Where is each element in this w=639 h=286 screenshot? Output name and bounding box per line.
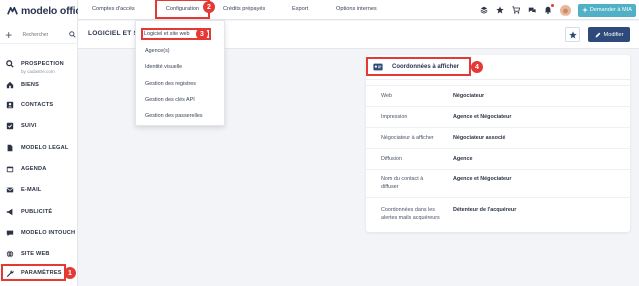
table-row: Web Négociateur bbox=[366, 85, 630, 106]
sidebar: modelo office + PROSPECTION by cadastre.… bbox=[0, 0, 87, 286]
chat-icon[interactable] bbox=[528, 6, 536, 14]
step-badge-3: 3 bbox=[196, 28, 208, 40]
logo-icon bbox=[7, 6, 18, 15]
cart-icon[interactable] bbox=[512, 6, 520, 14]
logo-text: modelo office bbox=[21, 5, 87, 17]
row-label: Négociateur à afficher bbox=[381, 135, 434, 141]
coordonnees-card: Coordonnées à afficher Web Négociateur I… bbox=[366, 55, 630, 232]
search-icon bbox=[6, 60, 14, 68]
row-value: Négociateur associé bbox=[453, 135, 506, 141]
menu-item-identite-visuelle[interactable]: Identité visuelle bbox=[145, 64, 182, 70]
row-value: Détenteur de l'acquéreur bbox=[453, 207, 517, 213]
sidebar-item-parametres[interactable]: PARAMÈTRES bbox=[1, 264, 66, 281]
search-icon[interactable] bbox=[66, 29, 78, 41]
globe-icon bbox=[6, 250, 14, 258]
sidebar-item-label: MODELO INTOUCH bbox=[21, 230, 76, 236]
row-value: Négociateur bbox=[453, 93, 485, 99]
document-icon bbox=[6, 144, 14, 152]
row-label: Nom du contact à diffuser bbox=[381, 176, 424, 190]
top-navbar: Comptes d'accès Configuration Crédits pr… bbox=[78, 0, 639, 20]
card-title: Coordonnées à afficher bbox=[392, 63, 460, 70]
ask-mia-label: Demander à MIA bbox=[589, 7, 632, 13]
menu-item-agences[interactable]: Agence(s) bbox=[145, 48, 170, 54]
page-title: LOGICIEL ET SI bbox=[88, 30, 141, 37]
tab-configuration[interactable]: Configuration bbox=[155, 0, 210, 19]
prospection-subtitle: by cadastre.com bbox=[21, 69, 55, 74]
wrench-icon bbox=[6, 269, 14, 277]
table-row: Coordonnées dans les alertes mails acqué… bbox=[366, 197, 630, 232]
ask-mia-button[interactable]: Demander à MIA bbox=[577, 3, 636, 17]
sidebar-item-label: CONTACTS bbox=[21, 102, 54, 108]
row-value: Agence et Négociateur bbox=[453, 176, 512, 182]
card-header: Coordonnées à afficher bbox=[366, 55, 630, 80]
sidebar-item-biens[interactable]: BIENS bbox=[0, 78, 78, 92]
app-logo[interactable]: modelo office bbox=[6, 4, 87, 18]
sidebar-item-label: BIENS bbox=[21, 82, 40, 88]
menu-item-gestion-cles-api[interactable]: Gestion des clés API bbox=[145, 97, 195, 103]
sidebar-item-label: PARAMÈTRES bbox=[21, 269, 62, 276]
sidebar-item-suivi[interactable]: SUIVI bbox=[0, 119, 78, 133]
contact-icon bbox=[6, 101, 14, 109]
row-label: Web bbox=[381, 93, 392, 99]
sidebar-item-label: AGENDA bbox=[21, 166, 47, 172]
followup-icon bbox=[6, 122, 14, 130]
row-label: Coordonnées dans les alertes mails acqué… bbox=[381, 207, 440, 221]
intouch-icon bbox=[6, 229, 14, 237]
layers-icon[interactable] bbox=[480, 6, 488, 14]
pencil-icon bbox=[595, 32, 600, 37]
tab-comptes-acces[interactable]: Comptes d'accès bbox=[92, 0, 135, 18]
sidebar-item-contacts[interactable]: CONTACTS bbox=[0, 98, 78, 112]
menu-item-gestion-registres[interactable]: Gestion des registres bbox=[145, 81, 196, 87]
row-value: Agence et Négociateur bbox=[453, 114, 512, 120]
tab-options-internes[interactable]: Options internes bbox=[336, 0, 377, 18]
table-row: Négociateur à afficher Négociateur assoc… bbox=[366, 127, 630, 148]
sidebar-item-label: PROSPECTION bbox=[21, 61, 64, 67]
step-badge-2: 2 bbox=[203, 1, 215, 13]
sidebar-item-label: PUBLICITÉ bbox=[21, 209, 53, 215]
edit-button-label: Modifier bbox=[603, 31, 624, 38]
sidebar-item-label: MODELO LEGAL bbox=[21, 145, 69, 151]
sidebar-item-email[interactable]: E-MAIL bbox=[0, 183, 78, 197]
configuration-dropdown: Logiciel et site web Agence(s) Identité … bbox=[135, 20, 225, 126]
sidebar-item-modelo-legal[interactable]: MODELO LEGAL bbox=[0, 141, 78, 155]
tab-credits-prepayes[interactable]: Crédits prépayés bbox=[223, 0, 265, 18]
sidebar-item-publicite[interactable]: PUBLICITÉ bbox=[0, 205, 78, 219]
row-label: Impression bbox=[381, 114, 408, 120]
table-row: Diffusion Agence bbox=[366, 148, 630, 169]
row-label: Diffusion bbox=[381, 156, 402, 162]
card-title-highlight: Coordonnées à afficher bbox=[366, 57, 471, 76]
add-icon[interactable]: + bbox=[2, 28, 15, 42]
sparkle-icon bbox=[581, 7, 588, 13]
sidebar-item-label: SUIVI bbox=[21, 123, 37, 129]
row-value: Agence bbox=[453, 156, 473, 162]
notification-dot bbox=[550, 4, 554, 7]
sidebar-item-modelo-intouch[interactable]: MODELO INTOUCH bbox=[0, 226, 78, 240]
sidebar-item-site-web[interactable]: SITE WEB bbox=[0, 247, 78, 261]
step-badge-1: 1 bbox=[64, 267, 76, 279]
table-row: Nom du contact à diffuser Agence et Négo… bbox=[366, 169, 630, 197]
avatar[interactable] bbox=[559, 4, 571, 16]
mail-icon bbox=[6, 186, 14, 194]
table-row: Impression Agence et Négociateur bbox=[366, 106, 630, 127]
home-icon bbox=[6, 81, 14, 89]
tab-export[interactable]: Export bbox=[292, 0, 308, 18]
menu-item-gestion-passerelles[interactable]: Gestion des passerelles bbox=[145, 113, 203, 119]
step-badge-4: 4 bbox=[471, 61, 483, 73]
favorite-button[interactable] bbox=[565, 27, 580, 42]
search-input[interactable] bbox=[22, 31, 67, 38]
sidebar-item-label: E-MAIL bbox=[21, 187, 42, 193]
top-toolbar: Demander à MIA bbox=[480, 0, 639, 20]
star-icon bbox=[568, 30, 577, 38]
megaphone-icon bbox=[6, 208, 14, 216]
sidebar-item-label: SITE WEB bbox=[21, 251, 50, 257]
sidebar-search: + bbox=[0, 26, 78, 44]
star-icon[interactable] bbox=[496, 6, 504, 14]
edit-button[interactable]: Modifier bbox=[588, 27, 630, 42]
calendar-icon bbox=[6, 165, 14, 173]
id-card-icon bbox=[373, 63, 383, 70]
bell-icon[interactable] bbox=[544, 4, 554, 14]
sidebar-item-agenda[interactable]: AGENDA bbox=[0, 162, 78, 176]
